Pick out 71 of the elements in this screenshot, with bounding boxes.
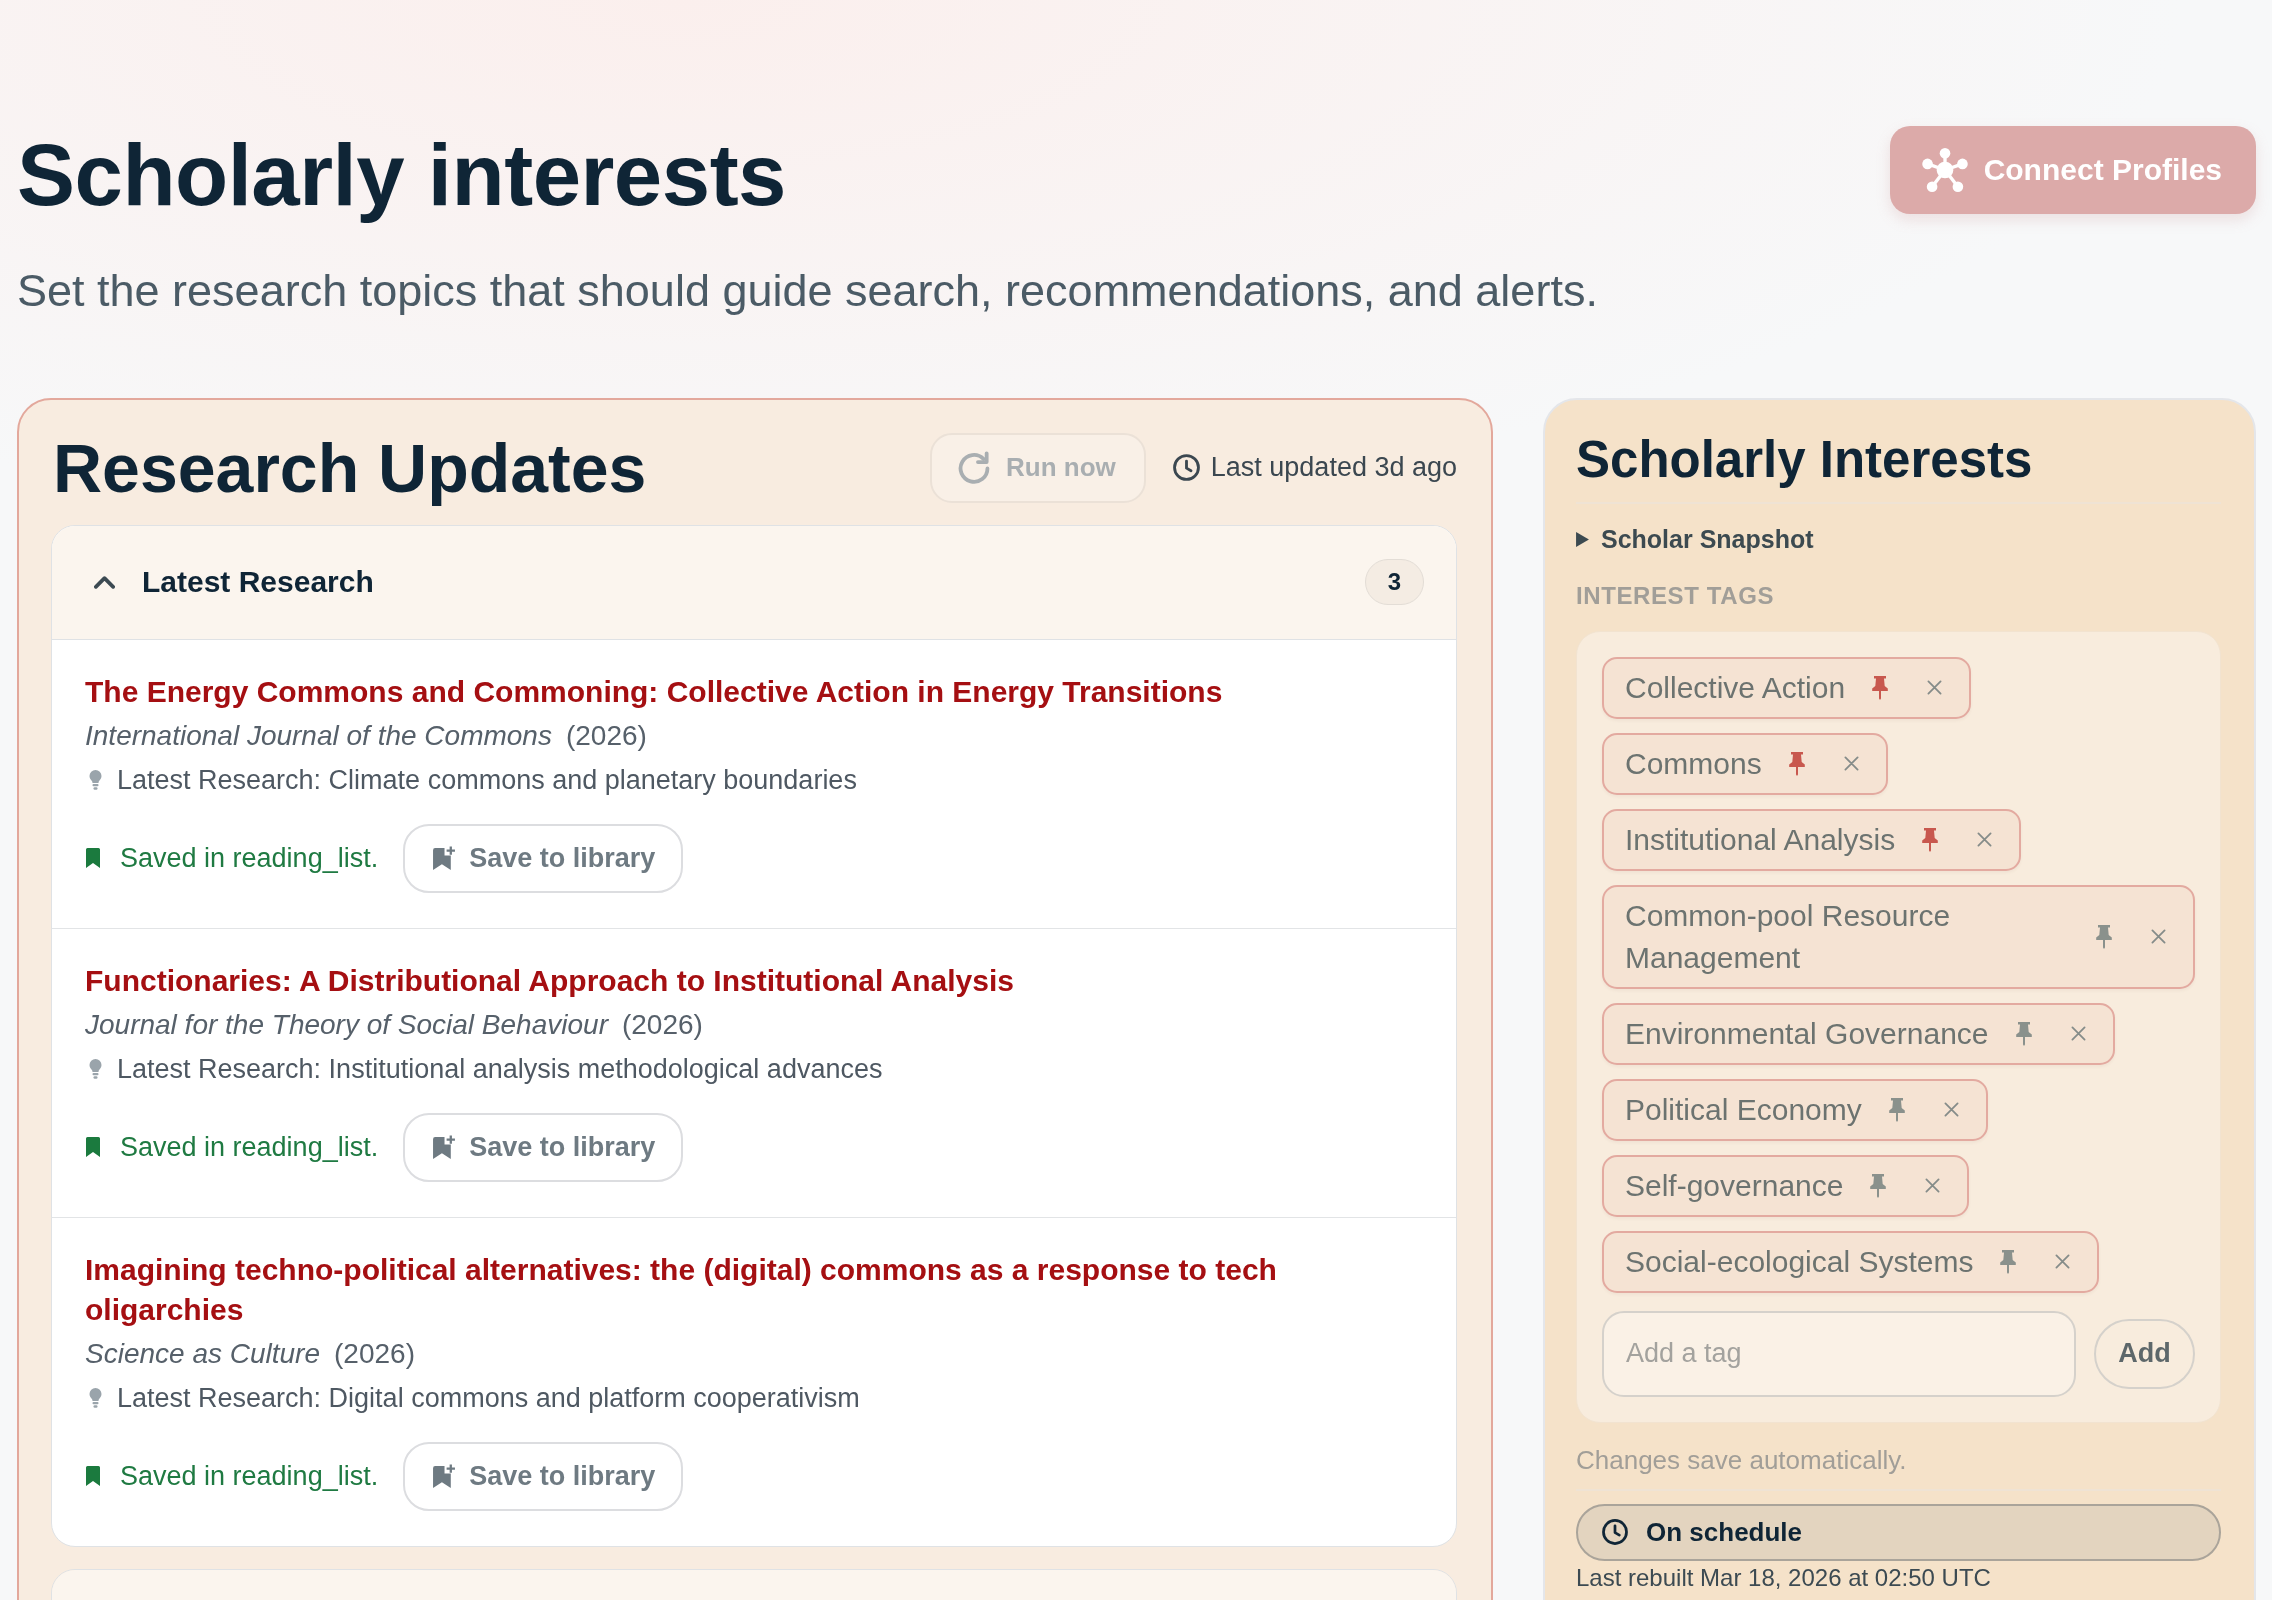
schedule-label: On schedule [1646, 1516, 1803, 1548]
saved-status-text: Saved in reading_list. [120, 1131, 379, 1163]
pin-icon[interactable] [1922, 827, 1939, 852]
bookmark-plus-icon [433, 846, 456, 871]
journal-name: International Journal of the Commons [85, 719, 552, 751]
last-updated-text: Last updated 3d ago [1210, 452, 1457, 484]
topic-text: Latest Research: Institutional analysis methodological advances [117, 1052, 883, 1086]
pin-icon[interactable] [2000, 1249, 2017, 1274]
autosave-note: Changes save automatically. [1576, 1443, 1908, 1477]
tag-label: Environmental Governance [1625, 1015, 1989, 1052]
close-icon[interactable] [1927, 680, 1943, 696]
rebuild-time-text: Last rebuilt Mar 18, 2026 at 02:50 UTC [1576, 1564, 1992, 1590]
triangle-icon [1576, 532, 1589, 548]
publication-year: (2026) [334, 1337, 415, 1369]
close-icon[interactable] [2055, 1254, 2071, 1270]
article-title: Functionaries: A Distributional Approach to Institutional Analysis [85, 962, 1015, 999]
article-title: Imagining techno-political alternatives: the (digital) commons as a response to tech oligarchies [85, 1251, 1278, 1328]
tag-label: Social-ecological Systems [1625, 1243, 1974, 1280]
lightbulb-icon [89, 1058, 102, 1079]
bookmark-icon [86, 1137, 100, 1158]
save-to-library-button[interactable]: Save to library [403, 1441, 684, 1511]
section-label: INTEREST TAGS [1576, 580, 1776, 611]
pin-icon[interactable] [2096, 924, 2112, 949]
tag-label: Political Economy [1625, 1091, 1862, 1128]
section-title: Latest Research [142, 565, 375, 600]
disclosure-toggle[interactable]: Scholar Snapshot [1576, 521, 1814, 558]
save-to-library-button[interactable]: Save to library [403, 1112, 684, 1182]
close-icon[interactable] [1843, 756, 1859, 772]
bookmark-plus-icon [433, 1135, 456, 1160]
tag-label: Institutional Analysis [1625, 821, 1896, 858]
close-icon[interactable] [2151, 929, 2166, 945]
close-icon[interactable] [1925, 1178, 1941, 1194]
close-icon[interactable] [1943, 1102, 1959, 1118]
page-subtitle: Set the research topics that should guide search, recommendations, and alerts. [17, 263, 1598, 318]
pin-icon[interactable] [1870, 1173, 1887, 1198]
bookmark-plus-icon [433, 1464, 456, 1489]
tag-label: Commons [1625, 745, 1762, 782]
article-title: The Energy Commons and Commoning: Collective Action in Energy Transitions [85, 673, 1224, 710]
tag-label: Collective Action [1625, 669, 1846, 706]
journal-name: Science as Culture [85, 1337, 320, 1369]
clock-icon [1172, 454, 1200, 482]
network-icon [1921, 148, 1968, 192]
page-title: Scholarly interests [17, 128, 786, 222]
tag-input-field[interactable]: Add a tag [1602, 1310, 2076, 1397]
tag-label: Self-governance [1625, 1167, 1844, 1204]
panel-title: Scholarly Interests [1576, 429, 2034, 490]
saved-status-text: Saved in reading_list. [120, 842, 379, 874]
pin-icon[interactable] [2015, 1021, 2032, 1046]
count-badge: 3 [1365, 559, 1424, 606]
pin-icon[interactable] [1788, 751, 1805, 776]
topic-text: Latest Research: Climate commons and planetary boundaries [117, 763, 857, 797]
saved-status-text: Saved in reading_list. [120, 1460, 379, 1492]
close-icon[interactable] [1977, 832, 1993, 848]
save-to-library-button[interactable]: Save to library [403, 823, 684, 893]
bookmark-icon [86, 1466, 100, 1487]
bookmark-icon [86, 848, 100, 869]
journal-name: Journal for the Theory of Social Behaviour [85, 1008, 608, 1040]
publication-year: (2026) [621, 1008, 703, 1040]
lightbulb-icon [89, 769, 102, 790]
publication-year: (2026) [565, 719, 647, 751]
clock-icon [1602, 1519, 1628, 1546]
add-tag-button[interactable]: Add [2094, 1318, 2195, 1389]
lightbulb-icon [89, 1387, 102, 1408]
accordion-header[interactable]: Latest Research 3 [52, 525, 1456, 640]
refresh-icon [958, 450, 990, 485]
pin-icon[interactable] [1872, 675, 1889, 700]
chevron-icon [94, 575, 115, 589]
tag-label: Common-pool Resource Management [1625, 897, 1952, 976]
topic-text: Latest Research: Digital commons and platform cooperativism [117, 1381, 860, 1415]
pin-icon[interactable] [1888, 1097, 1905, 1122]
close-icon[interactable] [2070, 1026, 2086, 1042]
